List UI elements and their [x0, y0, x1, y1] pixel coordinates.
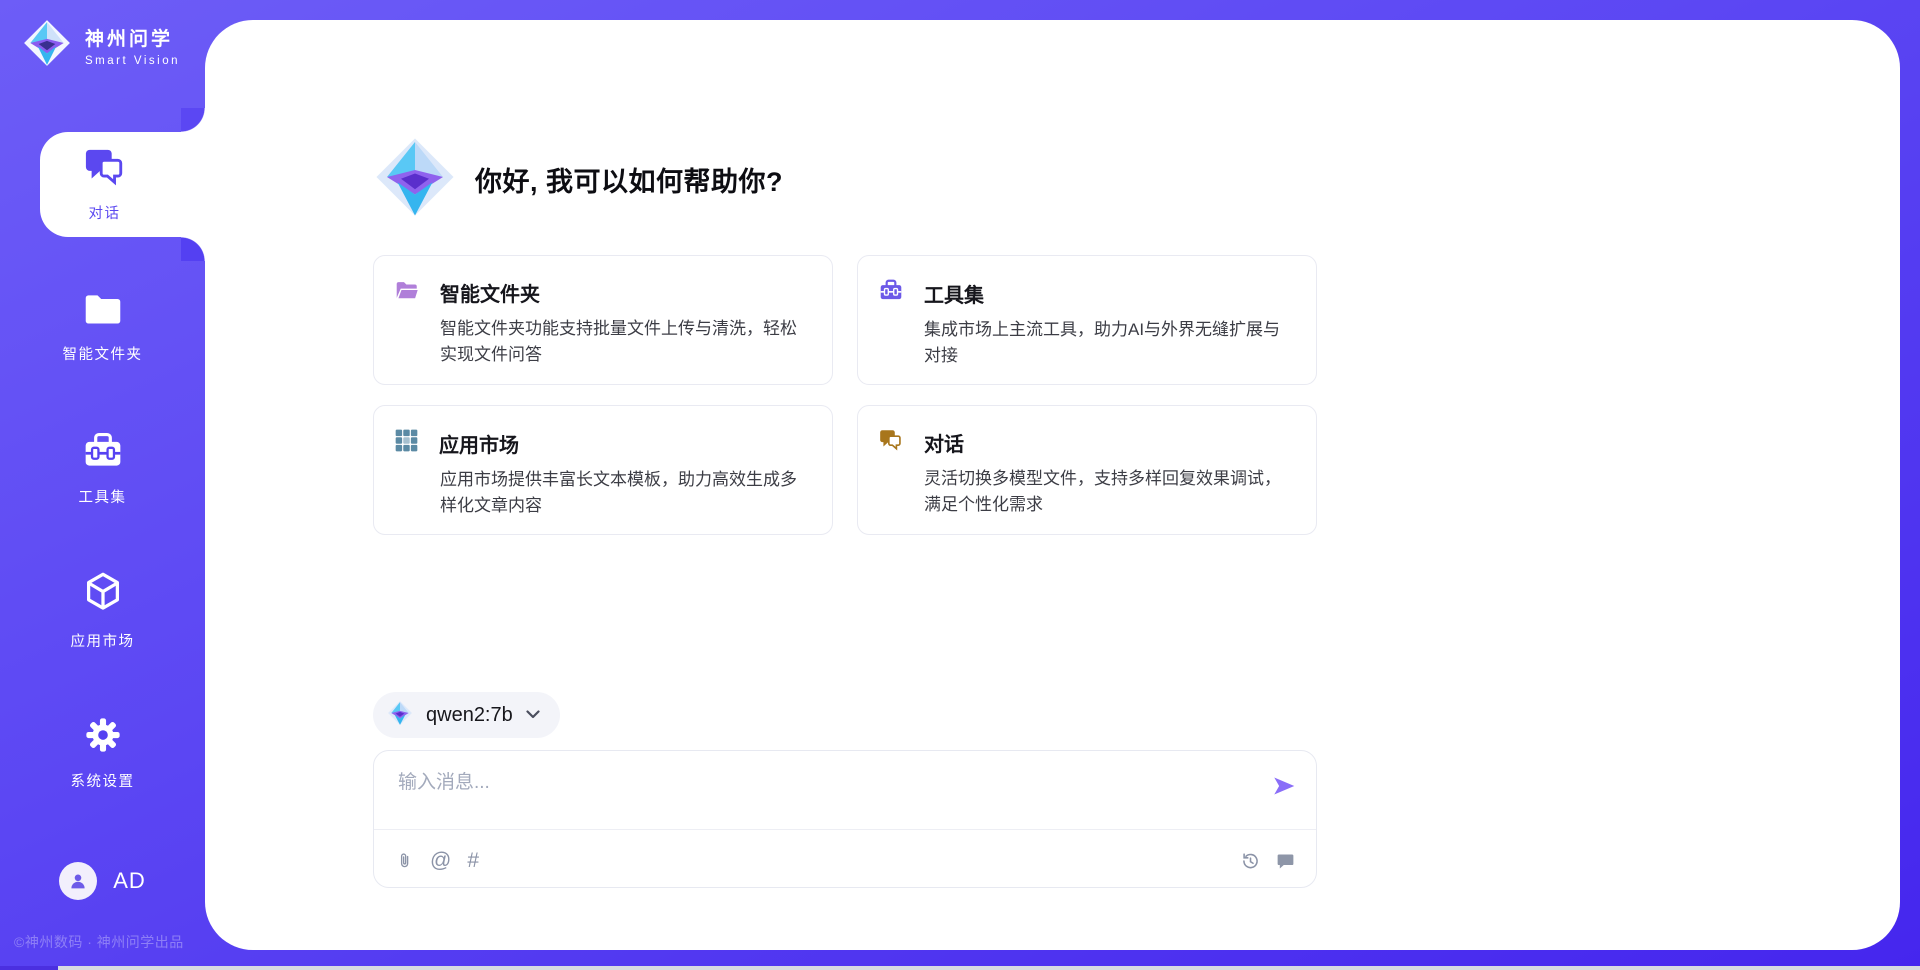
sidebar-nav: 对话 智能文件夹 工具集 [0, 132, 205, 842]
sidebar-item-label: 应用市场 [71, 630, 135, 651]
card-description: 应用市场提供丰富长文本模板，助力高效生成多样化文章内容 [440, 467, 808, 519]
composer-right-tools [1240, 851, 1296, 872]
grid-icon [394, 428, 419, 458]
brand-subtitle: Smart Vision [85, 55, 180, 67]
chat-icon [878, 428, 904, 457]
paperclip-icon[interactable] [396, 850, 414, 872]
card-description: 智能文件夹功能支持批量文件上传与清洗，轻松实现文件问答 [440, 316, 808, 368]
greeting-diamond-logo-icon [373, 135, 457, 224]
hash-icon[interactable]: # [467, 850, 479, 872]
toolbox-icon [81, 430, 125, 477]
send-button[interactable] [1270, 773, 1298, 801]
comment-icon[interactable] [1275, 851, 1296, 872]
cube-icon [80, 570, 126, 621]
sidebar: 神州问学 Smart Vision 对话 智能文件夹 [0, 0, 205, 970]
card-smart-folder[interactable]: 智能文件夹 智能文件夹功能支持批量文件上传与清洗，轻松实现文件问答 [373, 255, 833, 385]
brand-name: 神州问学 [85, 24, 180, 51]
sidebar-item-app-market[interactable]: 应用市场 [0, 558, 205, 663]
user-account[interactable]: AD [0, 862, 205, 900]
chat-icon [82, 146, 128, 193]
sidebar-item-smart-folder[interactable]: 智能文件夹 [0, 274, 205, 379]
card-description: 集成市场上主流工具，助力AI与外界无缝扩展与对接 [924, 317, 1292, 369]
sidebar-item-label: 工具集 [79, 486, 127, 507]
sidebar-item-chat[interactable]: 对话 [40, 132, 205, 237]
card-toolset[interactable]: 工具集 集成市场上主流工具，助力AI与外界无缝扩展与对接 [857, 255, 1317, 385]
model-selector[interactable]: qwen2:7b [373, 692, 560, 738]
folder-open-icon [394, 278, 420, 307]
composer-tools: @ # [396, 850, 479, 872]
feature-cards: 智能文件夹 智能文件夹功能支持批量文件上传与清洗，轻松实现文件问答 工具集 集成… [373, 255, 1317, 535]
toolbox-icon [878, 278, 904, 308]
history-icon[interactable] [1240, 851, 1261, 872]
message-composer: @ # [373, 750, 1317, 888]
tab-corner-bottom [181, 237, 205, 261]
brand-diamond-logo-icon [22, 18, 72, 73]
avatar [59, 862, 97, 900]
sidebar-item-settings[interactable]: 系统设置 [0, 700, 205, 805]
sidebar-item-label: 智能文件夹 [63, 343, 143, 364]
sidebar-item-label: 系统设置 [71, 770, 135, 791]
card-chat[interactable]: 对话 灵活切换多模型文件，支持多样回复效果调试，满足个性化需求 [857, 405, 1317, 535]
card-title: 对话 [924, 428, 964, 457]
greeting-title: 你好, 我可以如何帮助你? [475, 160, 783, 199]
sidebar-item-label: 对话 [89, 202, 121, 223]
card-description: 灵活切换多模型文件，支持多样回复效果调试，满足个性化需求 [924, 466, 1292, 518]
gear-icon [82, 714, 124, 761]
copyright-text: ©神州数码 · 神州问学出品 [14, 932, 204, 952]
user-name: AD [113, 868, 146, 894]
at-icon[interactable]: @ [430, 850, 451, 872]
window-bottom-edge [0, 966, 1920, 970]
sidebar-item-toolset[interactable]: 工具集 [0, 416, 205, 521]
folder-icon [81, 289, 125, 334]
model-name: qwen2:7b [426, 704, 513, 727]
model-diamond-logo-icon [387, 700, 413, 731]
message-input[interactable] [398, 767, 1238, 825]
card-title: 应用市场 [439, 429, 519, 458]
chevron-down-icon [526, 706, 540, 724]
card-title: 智能文件夹 [440, 278, 540, 307]
composer-divider [374, 829, 1316, 830]
greeting: 你好, 我可以如何帮助你? [373, 135, 783, 224]
brand: 神州问学 Smart Vision [22, 18, 180, 73]
card-title: 工具集 [924, 279, 984, 308]
tab-corner-top [181, 108, 205, 132]
card-app-market[interactable]: 应用市场 应用市场提供丰富长文本模板，助力高效生成多样化文章内容 [373, 405, 833, 535]
